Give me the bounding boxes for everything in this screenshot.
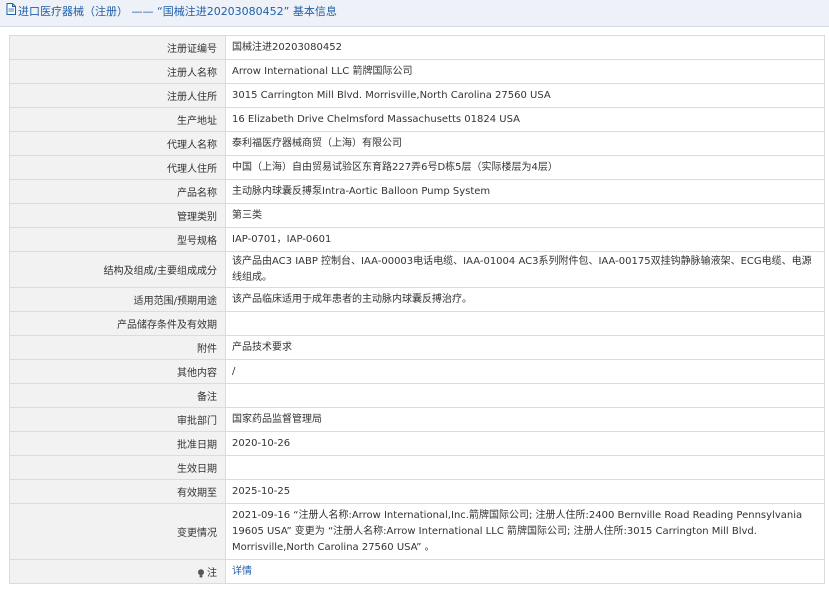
table-row: 注册证编号 国械注进20203080452: [9, 35, 825, 60]
field-label: 变更情况: [9, 503, 226, 560]
field-label: 型号规格: [9, 227, 226, 252]
table-row: 产品储存条件及有效期: [9, 311, 825, 336]
page-header: 进口医疗器械（注册） —— “国械注进20203080452” 基本信息: [0, 0, 829, 27]
field-value: 2020-10-26: [225, 431, 825, 456]
table-row: 注册人名称 Arrow International LLC 箭牌国际公司: [9, 59, 825, 84]
field-label: 审批部门: [9, 407, 226, 432]
field-value: 产品技术要求: [225, 335, 825, 360]
table-row: 注册人住所 3015 Carrington Mill Blvd. Morrisvi…: [9, 83, 825, 108]
field-value: 16 Elizabeth Drive Chelmsford Massachuse…: [225, 107, 825, 132]
field-value: 中国（上海）自由贸易试验区东育路227弄6号D栋5层（实际楼层为4层）: [225, 155, 825, 180]
document-icon: [6, 0, 16, 24]
field-value: 第三类: [225, 203, 825, 228]
field-value: 该产品由AC3 IABP 控制台、IAA-00003电话电缆、IAA-01004…: [225, 251, 825, 288]
field-label: 注册证编号: [9, 35, 226, 60]
field-value: 泰利福医疗器械商贸（上海）有限公司: [225, 131, 825, 156]
field-label: 代理人住所: [9, 155, 226, 180]
table-row: 生效日期: [9, 455, 825, 480]
field-label: 注册人住所: [9, 83, 226, 108]
table-row: 适用范围/预期用途 该产品临床适用于成年患者的主动脉内球囊反搏治疗。: [9, 287, 825, 312]
table-row: 其他内容 /: [9, 359, 825, 384]
note-value-cell: 详情: [225, 559, 825, 584]
field-value: [225, 455, 825, 480]
field-value: /: [225, 359, 825, 384]
field-label: 适用范围/预期用途: [9, 287, 226, 312]
table-row: 管理类别 第三类: [9, 203, 825, 228]
field-value: 该产品临床适用于成年患者的主动脉内球囊反搏治疗。: [225, 287, 825, 312]
field-label: 其他内容: [9, 359, 226, 384]
field-label: 结构及组成/主要组成成分: [9, 251, 226, 288]
table-row-note: 注 详情: [9, 559, 825, 584]
details-link[interactable]: 详情: [232, 566, 252, 577]
info-table: 注册证编号 国械注进20203080452 注册人名称 Arrow Internati…: [9, 35, 825, 584]
table-row: 代理人住所 中国（上海）自由贸易试验区东育路227弄6号D栋5层（实际楼层为4层）: [9, 155, 825, 180]
field-label: 注册人名称: [9, 59, 226, 84]
field-label: 产品名称: [9, 179, 226, 204]
field-value: IAP-0701，IAP-0601: [225, 227, 825, 252]
note-label-cell: 注: [9, 559, 226, 584]
table-row: 批准日期 2020-10-26: [9, 431, 825, 456]
field-label: 生产地址: [9, 107, 226, 132]
table-row: 产品名称 主动脉内球囊反搏泵Intra-Aortic Balloon Pump S…: [9, 179, 825, 204]
field-value: 2025-10-25: [225, 479, 825, 504]
table-row: 型号规格 IAP-0701，IAP-0601: [9, 227, 825, 252]
field-value: [225, 383, 825, 408]
field-label: 附件: [9, 335, 226, 360]
info-table-container: 注册证编号 国械注进20203080452 注册人名称 Arrow Internati…: [9, 35, 825, 584]
table-row: 有效期至 2025-10-25: [9, 479, 825, 504]
field-label: 生效日期: [9, 455, 226, 480]
field-value: 主动脉内球囊反搏泵Intra-Aortic Balloon Pump Syste…: [225, 179, 825, 204]
page-title: 进口医疗器械（注册） —— “国械注进20203080452” 基本信息: [18, 5, 337, 18]
table-row: 审批部门 国家药品监督管理局: [9, 407, 825, 432]
field-label: 管理类别: [9, 203, 226, 228]
field-value: 国家药品监督管理局: [225, 407, 825, 432]
field-value: 国械注进20203080452: [225, 35, 825, 60]
table-row: 结构及组成/主要组成成分 该产品由AC3 IABP 控制台、IAA-00003电话…: [9, 251, 825, 288]
table-row: 代理人名称 泰利福医疗器械商贸（上海）有限公司: [9, 131, 825, 156]
table-row: 附件 产品技术要求: [9, 335, 825, 360]
field-label: 代理人名称: [9, 131, 226, 156]
field-value: 3015 Carrington Mill Blvd. Morrisville,N…: [225, 83, 825, 108]
table-row: 备注: [9, 383, 825, 408]
lightbulb-icon: [197, 569, 205, 578]
table-row: 生产地址 16 Elizabeth Drive Chelmsford Massac…: [9, 107, 825, 132]
table-row: 变更情况 2021-09-16 “注册人名称:Arrow Internationa…: [9, 503, 825, 560]
field-value: 2021-09-16 “注册人名称:Arrow International,In…: [225, 503, 825, 560]
field-value: Arrow International LLC 箭牌国际公司: [225, 59, 825, 84]
field-label: 批准日期: [9, 431, 226, 456]
field-label: 备注: [9, 383, 226, 408]
field-label: 有效期至: [9, 479, 226, 504]
note-label: 注: [207, 568, 217, 579]
field-value: [225, 311, 825, 336]
field-label: 产品储存条件及有效期: [9, 311, 226, 336]
